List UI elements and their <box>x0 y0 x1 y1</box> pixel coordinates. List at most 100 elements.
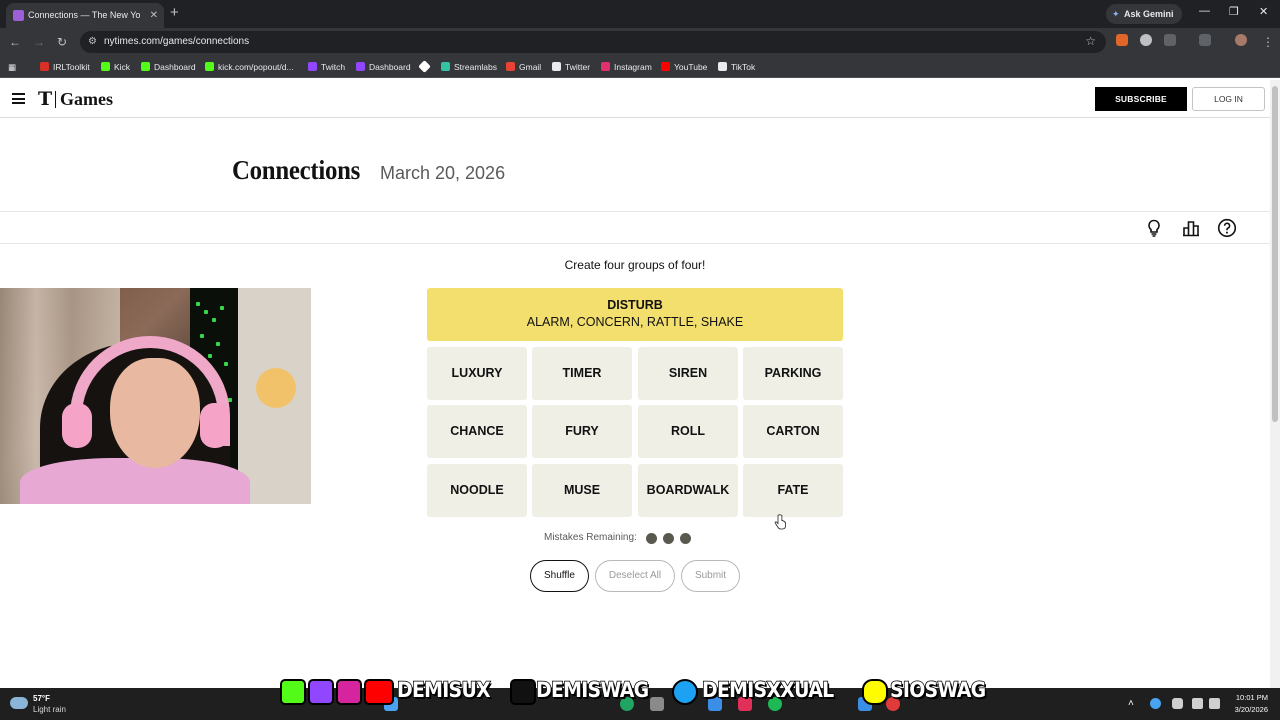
solved-group-yellow: DISTURB ALARM, CONCERN, RATTLE, SHAKE <box>427 288 843 341</box>
mistakes-remaining-label: Mistakes Remaining: <box>544 532 637 543</box>
close-window-icon[interactable]: ✕ <box>1259 5 1268 18</box>
weather-description[interactable]: Light rain <box>33 705 66 714</box>
word-card[interactable]: ROLL <box>638 405 738 458</box>
word-card[interactable]: NOODLE <box>427 464 527 517</box>
log-in-button[interactable]: LOG IN <box>1192 87 1265 111</box>
browser-tab-connections[interactable]: Connections — The New Yo ✕ <box>6 3 164 28</box>
webcam-headphones <box>200 403 230 448</box>
close-tab-icon[interactable]: ✕ <box>150 3 158 28</box>
tray-chevron-icon[interactable]: ˄ <box>1128 698 1139 709</box>
stats-icon[interactable] <box>1181 218 1201 238</box>
divider <box>0 243 1270 244</box>
restore-icon[interactable]: ❐ <box>1229 5 1239 18</box>
bookmark-tiktok[interactable]: TikTok <box>718 56 755 78</box>
minimize-icon[interactable]: — <box>1199 5 1210 17</box>
sidepanel-icon[interactable] <box>1199 34 1211 46</box>
apps-grid-icon[interactable]: ▦ <box>8 56 16 78</box>
scrollbar-thumb[interactable] <box>1272 86 1278 422</box>
bookmark-label: Dashboard <box>154 62 196 72</box>
bookmark-twitch[interactable]: Twitch <box>308 56 345 78</box>
bookmarks-bar: ▦ IRLToolkit Kick Dashboard kick.com/pop… <box>0 56 1280 78</box>
bookmark-gmail[interactable]: Gmail <box>506 56 541 78</box>
subscribe-button[interactable]: SUBSCRIBE <box>1095 87 1187 111</box>
clock-time[interactable]: 10:01 PM <box>1230 693 1268 702</box>
bookmark-kick[interactable]: Kick <box>101 56 130 78</box>
irltoolkit-icon <box>40 62 49 71</box>
word-card[interactable]: SIREN <box>638 347 738 400</box>
word-card[interactable]: BOARDWALK <box>638 464 738 517</box>
mistake-dot <box>646 533 657 544</box>
extensions-puzzle-icon[interactable] <box>1164 34 1176 46</box>
twitch-icon <box>356 62 365 71</box>
games-wordmark[interactable]: Games <box>60 89 113 110</box>
word-card[interactable]: LUXURY <box>427 347 527 400</box>
forward-icon[interactable]: → <box>33 35 45 49</box>
nyt-games-favicon-icon <box>13 10 24 21</box>
bookmark-twitch-dashboard[interactable]: Dashboard <box>356 56 411 78</box>
hamburger-menu-icon[interactable] <box>12 93 25 104</box>
extension-icon[interactable] <box>1140 34 1152 46</box>
divider <box>0 211 1270 212</box>
bookmark-label: Twitch <box>321 62 346 72</box>
webcam-person <box>20 458 250 504</box>
bookmark-kick-dashboard[interactable]: Dashboard <box>141 56 196 78</box>
bookmark-label: Kick <box>114 62 131 72</box>
deselect-all-button[interactable]: Deselect All <box>595 560 675 592</box>
bookmark-streamlabs[interactable]: Streamlabs <box>441 56 497 78</box>
bookmark-instagram[interactable]: Instagram <box>601 56 652 78</box>
kick-icon <box>101 62 110 71</box>
bookmark-label: Instagram <box>614 62 652 72</box>
more-menu-icon[interactable]: ⋮ <box>1262 35 1274 49</box>
bookmark-youtube[interactable]: YouTube <box>661 56 707 78</box>
tiktok-icon <box>718 62 727 71</box>
kick-icon <box>141 62 150 71</box>
clock-date[interactable]: 3/20/2026 <box>1222 705 1268 714</box>
address-bar[interactable]: ⚙ nytimes.com/games/connections ☆ <box>80 31 1106 53</box>
network-icon[interactable] <box>1192 698 1203 709</box>
extension-icon[interactable] <box>1116 34 1128 46</box>
bookmark-label: YouTube <box>674 62 708 72</box>
word-card[interactable]: PARKING <box>743 347 843 400</box>
gemini-sparkle-icon: ✦ <box>1112 9 1120 19</box>
snapchat-icon <box>862 679 888 705</box>
taskbar-app-icon[interactable] <box>650 697 664 711</box>
word-card[interactable]: FURY <box>532 405 632 458</box>
word-card[interactable]: CARTON <box>743 405 843 458</box>
streamlabs-icon <box>441 62 450 71</box>
bookmark-irltoolkit[interactable]: IRLToolkit <box>40 56 90 78</box>
bookmark-label: IRLToolkit <box>53 62 90 72</box>
mistake-dot <box>663 533 674 544</box>
webcam-headphones <box>62 403 92 448</box>
rain-cloud-icon[interactable] <box>10 697 28 709</box>
nyt-games-header: T Games SUBSCRIBE LOG IN <box>0 80 1270 118</box>
hint-bulb-icon[interactable] <box>1144 218 1164 238</box>
site-info-icon[interactable]: ⚙ <box>88 36 100 48</box>
help-icon[interactable] <box>1217 218 1237 238</box>
profile-avatar[interactable] <box>1235 34 1247 46</box>
ask-gemini-button[interactable]: ✦ Ask Gemini <box>1106 4 1182 24</box>
bookmark-twitter[interactable]: Twitter <box>552 56 590 78</box>
reload-icon[interactable]: ↻ <box>57 35 67 49</box>
puzzle-date: March 20, 2026 <box>380 163 506 183</box>
word-card[interactable]: CHANCE <box>427 405 527 458</box>
volume-icon[interactable] <box>1209 698 1220 709</box>
bookmark-unlabeled[interactable] <box>418 56 433 78</box>
weather-temperature[interactable]: 57°F <box>33 694 50 703</box>
bookmark-label: Streamlabs <box>454 62 497 72</box>
bookmark-kick-popout[interactable]: kick.com/popout/d... <box>205 56 294 78</box>
instructions-text: Create four groups of four! <box>564 258 706 272</box>
word-card[interactable]: MUSE <box>532 464 632 517</box>
submit-button[interactable]: Submit <box>681 560 740 592</box>
nyt-t-logo[interactable]: T <box>38 88 52 110</box>
microphone-icon[interactable] <box>1172 698 1183 709</box>
x-icon <box>552 62 561 71</box>
new-tab-icon[interactable]: + <box>170 4 179 21</box>
word-card[interactable]: FATE <box>743 464 843 517</box>
shuffle-button[interactable]: Shuffle <box>530 560 589 592</box>
bookmark-star-icon[interactable]: ☆ <box>1085 34 1096 48</box>
back-icon[interactable]: ← <box>9 35 21 49</box>
onedrive-icon[interactable] <box>1150 698 1161 709</box>
page-scrollbar[interactable] <box>1270 80 1280 688</box>
word-card[interactable]: TIMER <box>532 347 632 400</box>
youtube-icon <box>661 62 670 71</box>
